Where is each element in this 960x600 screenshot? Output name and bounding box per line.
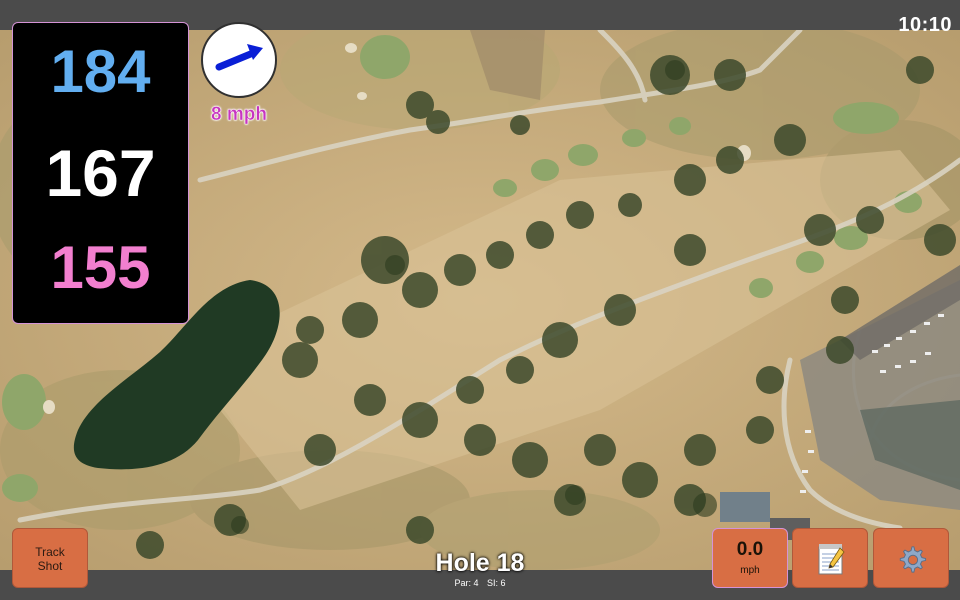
distance-panel: 184 167 155 [12, 22, 189, 324]
hole-title: Hole 18 [435, 549, 525, 577]
notes-button[interactable] [792, 528, 868, 588]
track-shot-label-line1: Track [35, 545, 65, 559]
wind-speed-label: 8 mph [211, 104, 267, 125]
gear-icon [897, 543, 927, 575]
hole-details: Par: 4 SI: 6 [420, 578, 540, 588]
notepad-icon [816, 543, 846, 575]
arrow-icon [215, 44, 263, 71]
status-clock: 10:10 [898, 14, 952, 36]
shot-speed-value: 0.0 [736, 539, 764, 560]
front-distance: 155 [50, 234, 151, 301]
shot-speed-unit: mph [740, 565, 760, 576]
track-shot-button[interactable]: Track Shot [12, 528, 88, 588]
track-shot-label-line2: Shot [37, 559, 63, 573]
middle-distance: 167 [45, 136, 156, 210]
wind-direction-indicator [201, 22, 277, 98]
hole-stroke-index: SI: 6 [487, 578, 506, 588]
settings-button[interactable] [873, 528, 949, 588]
back-distance: 184 [50, 38, 151, 105]
hole-par: Par: 4 [454, 578, 479, 588]
shot-speed-button[interactable]: 0.0 mph [712, 528, 788, 588]
